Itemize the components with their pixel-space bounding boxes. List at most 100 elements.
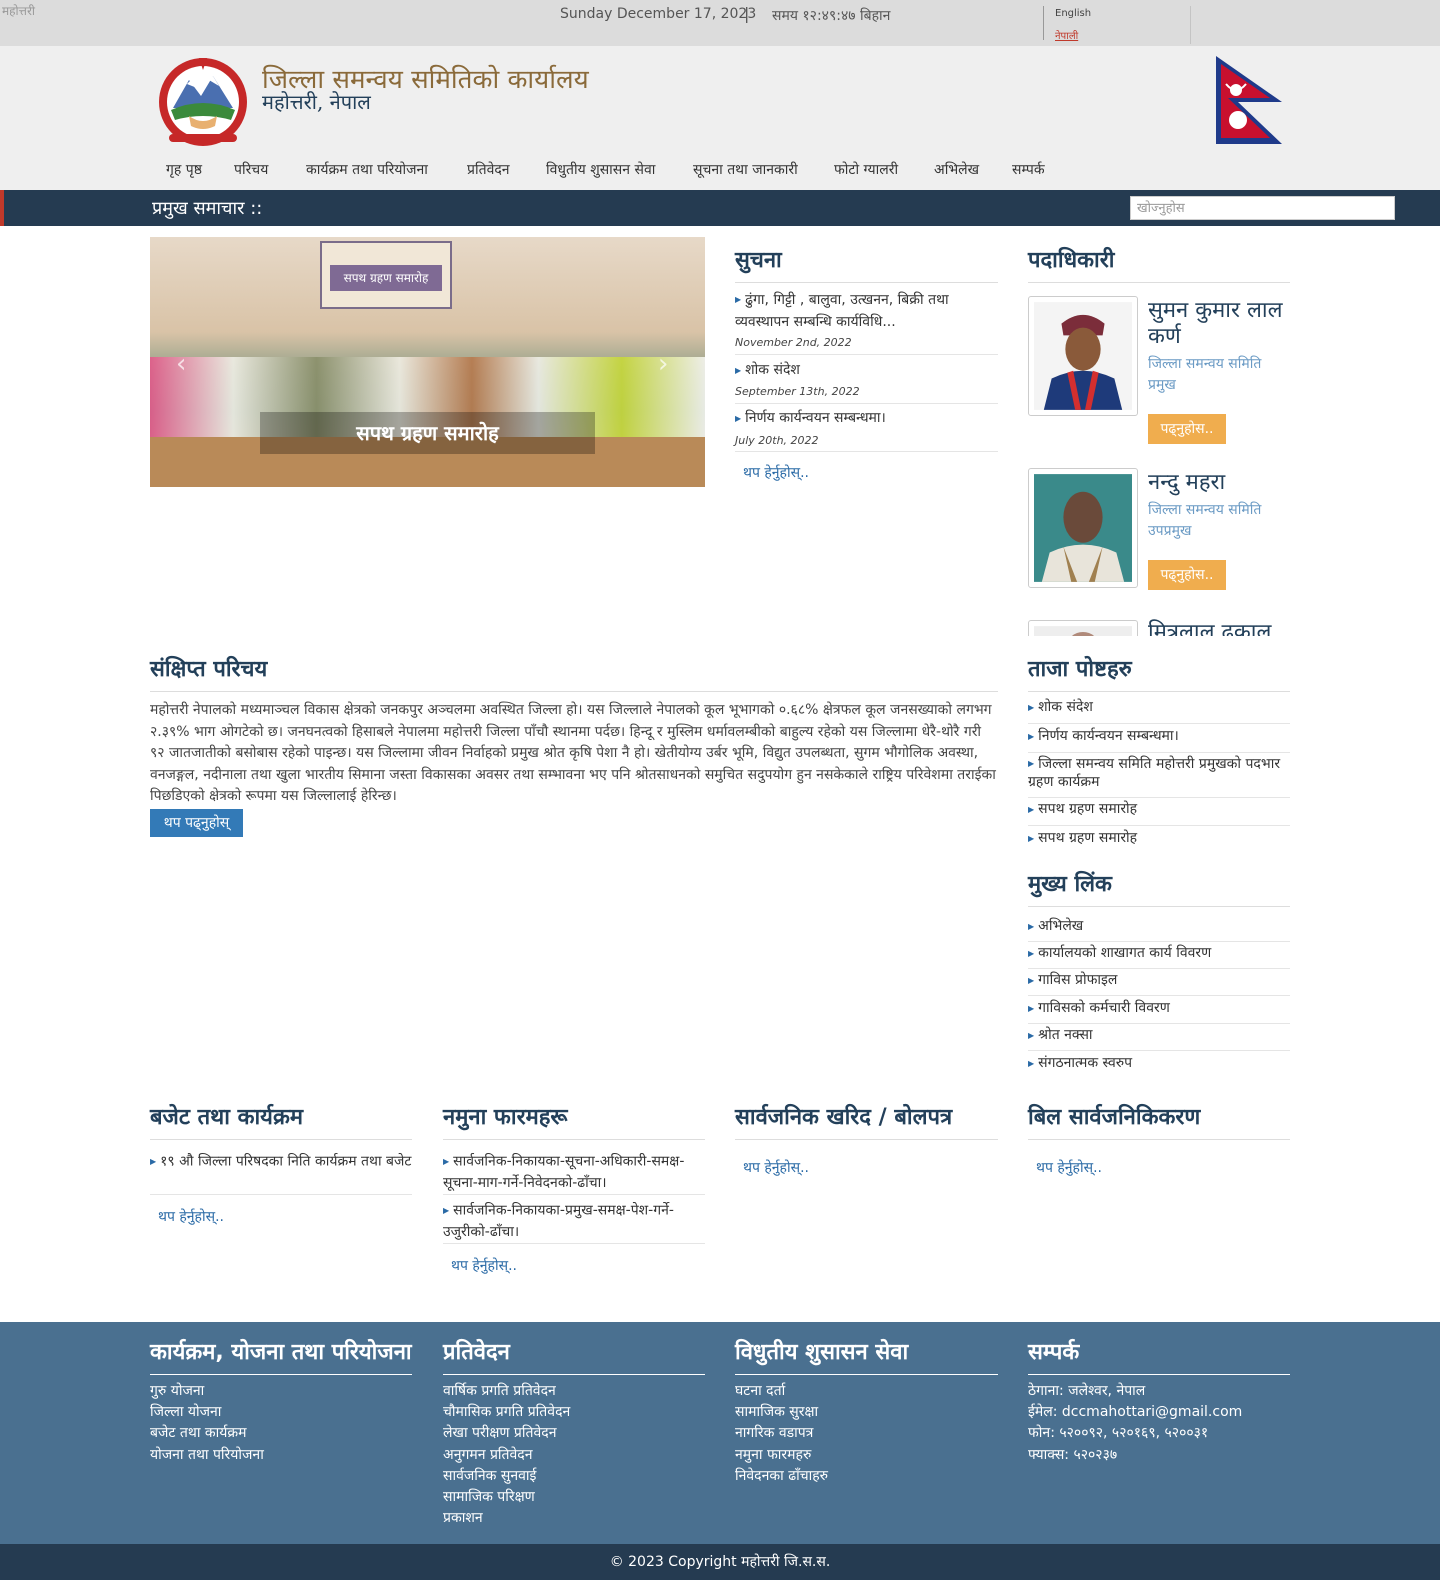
main-link[interactable]: अभिलेख <box>1038 918 1083 934</box>
notice-title[interactable]: ढुंगा, गिट्टी , बालुवा, उत्खनन, बिक्री त… <box>735 292 949 330</box>
form-link[interactable]: सार्वजनिक-निकायका-सूचना-अधिकारी-समक्ष-सू… <box>443 1154 684 1191</box>
nav-e-governance[interactable]: विधुतीय शुसासन सेवा <box>546 160 655 179</box>
officials-list[interactable]: सुमन कुमार लाल कर्ण जिल्ला समन्वय समिति … <box>1028 296 1290 636</box>
budget-item[interactable]: ▶ १९ औ जिल्ला परिषदका निति कार्यक्रम तथा … <box>150 1151 412 1195</box>
notices-heading: सुचना <box>735 244 998 283</box>
bullet-icon: ▶ <box>443 1206 450 1215</box>
main-link-item[interactable]: ▶ कार्यालयको शाखागत कार्य विवरण <box>1028 943 1290 969</box>
recent-post-item[interactable]: ▶ निर्णय कार्यन्वयन सम्बन्धमा। <box>1028 726 1290 753</box>
footer-link[interactable]: नमुना फारमहरु <box>735 1445 811 1464</box>
intro-heading: संक्षिप्त परिचय <box>150 653 998 692</box>
official-name: नन्दु महरा <box>1148 470 1226 495</box>
notice-title[interactable]: शोक संदेश <box>745 362 800 378</box>
divider <box>735 354 998 355</box>
nepal-emblem-logo[interactable] <box>151 56 255 148</box>
notices-more-link[interactable]: थप हेर्नुहोस्.. <box>743 463 809 482</box>
budget-link[interactable]: १९ औ जिल्ला परिषदका निति कार्यक्रम तथा ब… <box>160 1154 411 1170</box>
slider-prev-arrow[interactable]: ‹ <box>176 349 186 379</box>
official-read-button[interactable]: पढ्नुहोस.. <box>1148 560 1226 590</box>
nav-archive[interactable]: अभिलेख <box>934 160 979 179</box>
nav-programs-projects[interactable]: कार्यक्रम तथा परियोजना <box>306 160 428 179</box>
recent-post-link[interactable]: सपथ ग्रहण समारोह <box>1038 830 1137 846</box>
main-link[interactable]: श्रोत नक्सा <box>1038 1027 1092 1043</box>
image-slider[interactable]: सपथ ग्रहण समारोह ‹ › सपथ ग्रहण समारोह <box>150 237 705 487</box>
notice-item[interactable]: ▶ निर्णय कार्यन्वयन सम्बन्धमा। <box>735 408 998 427</box>
bullet-icon: ▶ <box>1028 948 1035 958</box>
footer-link[interactable]: नागरिक वडापत्र <box>735 1423 813 1442</box>
notice-date: July 20th, 2022 <box>735 434 819 447</box>
footer-phone: फोन: ५२००९२, ५२०१६९, ५२००३१ <box>1028 1425 1209 1441</box>
forms-more-link[interactable]: थप हेर्नुहोस्.. <box>451 1256 517 1275</box>
footer-link[interactable]: सार्वजनिक सुनवाई <box>443 1466 536 1485</box>
footer-link[interactable]: बजेट तथा कार्यक्रम <box>150 1423 247 1442</box>
intro-read-more-button[interactable]: थप पढ्नुहोस् <box>150 809 243 837</box>
slider-next-arrow[interactable]: › <box>658 349 668 379</box>
recent-post-item[interactable]: ▶ शोक संदेश <box>1028 697 1290 724</box>
recent-post-link[interactable]: जिल्ला समन्वय समिति महोत्तरी प्रमुखको पद… <box>1028 756 1280 790</box>
main-link-item[interactable]: ▶ श्रोत नक्सा <box>1028 1025 1290 1051</box>
official-portrait <box>1034 302 1132 410</box>
official-read-button[interactable]: पढ्नुहोस.. <box>1148 414 1226 444</box>
procurement-more-link[interactable]: थप हेर्नुहोस्.. <box>743 1158 809 1177</box>
official-photo <box>1028 296 1138 416</box>
notice-item[interactable]: ▶ शोक संदेश <box>735 360 998 379</box>
footer-link[interactable]: निवेदनका ढाँचाहरु <box>735 1466 828 1485</box>
recent-post-item[interactable]: ▶ जिल्ला समन्वय समिति महोत्तरी प्रमुखको प… <box>1028 755 1290 798</box>
nav-home[interactable]: गृह पृष्ठ <box>166 160 202 179</box>
language-english-link[interactable]: English <box>1055 8 1091 19</box>
footer-link[interactable]: योजना तथा परियोजना <box>150 1445 264 1464</box>
bullet-icon: ▶ <box>735 295 742 304</box>
bullet-icon: ▶ <box>1028 1058 1035 1068</box>
footer-link[interactable]: सामाजिक सुरक्षा <box>735 1402 818 1421</box>
bullet-icon: ▶ <box>1028 975 1035 985</box>
budget-more-link[interactable]: थप हेर्नुहोस्.. <box>158 1207 224 1226</box>
main-link-item[interactable]: ▶ संगठनात्मक स्वरुप <box>1028 1053 1290 1075</box>
footer-link[interactable]: प्रकाशन <box>443 1508 483 1527</box>
footer-link[interactable]: वार्षिक प्रगति प्रतिवेदन <box>443 1381 556 1400</box>
copyright-bar: © 2023 Copyright महोत्तरी जि.स.स. <box>0 1544 1440 1580</box>
footer-link[interactable]: सामाजिक परिक्षण <box>443 1487 535 1506</box>
main-link[interactable]: कार्यालयको शाखागत कार्य विवरण <box>1038 945 1211 961</box>
footer-email[interactable]: ईमेल: dccmahottari@gmail.com <box>1028 1402 1242 1421</box>
nav-photo-gallery[interactable]: फोटो ग्यालरी <box>834 160 898 179</box>
nav-information[interactable]: सूचना तथा जानकारी <box>693 160 798 179</box>
recent-post-link[interactable]: सपथ ग्रहण समारोह <box>1038 801 1137 817</box>
recent-post-item[interactable]: ▶ सपथ ग्रहण समारोह <box>1028 799 1290 826</box>
main-link[interactable]: गाविस प्रोफाइल <box>1038 972 1117 988</box>
notice-title[interactable]: निर्णय कार्यन्वयन सम्बन्धमा। <box>745 410 886 426</box>
bullet-icon: ▶ <box>150 1157 157 1166</box>
main-link[interactable]: संगठनात्मक स्वरुप <box>1038 1055 1132 1071</box>
footer-link[interactable]: चौमासिक प्रगति प्रतिवेदन <box>443 1402 570 1421</box>
main-links-heading: मुख्य लिंक <box>1028 868 1290 907</box>
bullet-icon: ▶ <box>1028 833 1035 843</box>
form-link[interactable]: सार्वजनिक-निकायका-प्रमुख-समक्ष-पेश-गर्ने… <box>443 1203 674 1240</box>
language-nepali-link[interactable]: नेपाली <box>1055 28 1078 42</box>
date-time-separator: | <box>744 4 750 23</box>
nav-contact[interactable]: सम्पर्क <box>1012 160 1045 179</box>
main-link-item[interactable]: ▶ अभिलेख <box>1028 916 1290 942</box>
footer-link[interactable]: अनुगमन प्रतिवेदन <box>443 1445 533 1464</box>
footer-link[interactable]: घटना दर्ता <box>735 1381 785 1400</box>
current-date: Sunday December 17, 2023 <box>560 6 757 22</box>
form-item[interactable]: ▶ सार्वजनिक-निकायका-प्रमुख-समक्ष-पेश-गर्न… <box>443 1200 705 1244</box>
news-ticker-bar: प्रमुख समाचार :: <box>0 190 1440 226</box>
footer-link[interactable]: लेखा परीक्षण प्रतिवेदन <box>443 1423 557 1442</box>
footer-link[interactable]: जिल्ला योजना <box>150 1402 221 1421</box>
recent-post-link[interactable]: शोक संदेश <box>1038 699 1093 715</box>
nav-introduction[interactable]: परिचय <box>234 160 268 179</box>
main-link[interactable]: गाविसको कर्मचारी विवरण <box>1038 1000 1170 1016</box>
search-input[interactable] <box>1130 196 1395 220</box>
nav-reports[interactable]: प्रतिवेदन <box>467 160 510 179</box>
main-link-item[interactable]: ▶ गाविसको कर्मचारी विवरण <box>1028 998 1290 1024</box>
notice-item[interactable]: ▶ ढुंगा, गिट्टी , बालुवा, उत्खनन, बिक्री … <box>735 289 998 334</box>
recent-post-link[interactable]: निर्णय कार्यन्वयन सम्बन्धमा। <box>1038 728 1179 744</box>
official-photo <box>1028 468 1138 588</box>
main-link-item[interactable]: ▶ गाविस प्रोफाइल <box>1028 970 1290 996</box>
footer-fax: फ्याक्स: ५२०२३७ <box>1028 1447 1118 1463</box>
site-header: जिल्ला समन्वय समितिको कार्यालय महोत्तरी,… <box>0 46 1440 190</box>
recent-post-item[interactable]: ▶ सपथ ग्रहण समारोह <box>1028 828 1290 850</box>
bills-more-link[interactable]: थप हेर्नुहोस्.. <box>1036 1158 1102 1177</box>
footer-link[interactable]: गुरु योजना <box>150 1381 204 1400</box>
form-item[interactable]: ▶ सार्वजनिक-निकायका-सूचना-अधिकारी-समक्ष-स… <box>443 1151 705 1195</box>
intro-paragraph: महोत्तरी नेपालको मध्यमाञ्चल विकास क्षेत्… <box>150 702 996 804</box>
